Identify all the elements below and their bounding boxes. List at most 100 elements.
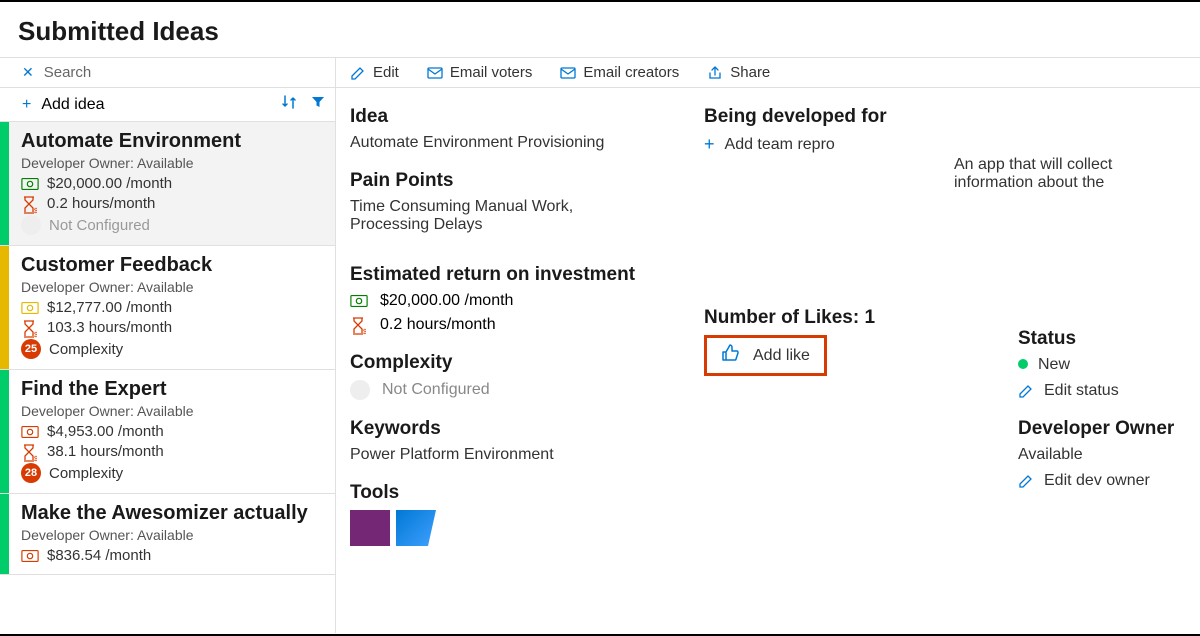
sidebar: ✕ Search + Add idea Automate Environment… bbox=[0, 58, 336, 633]
complexity-badge bbox=[21, 215, 41, 235]
complexity-value: Not Configured bbox=[382, 381, 490, 399]
pencil-icon bbox=[350, 65, 366, 81]
keywords-value: Power Platform Environment bbox=[350, 446, 700, 464]
edit-button[interactable]: Edit bbox=[350, 64, 399, 81]
status-color-bar bbox=[0, 494, 9, 574]
svg-text:$: $ bbox=[34, 208, 37, 214]
item-title: Find the Expert bbox=[21, 378, 323, 401]
money-icon bbox=[350, 294, 368, 308]
item-owner: Developer Owner: Available bbox=[21, 527, 323, 543]
status-heading: Status bbox=[1018, 328, 1186, 350]
status-color-bar bbox=[0, 122, 9, 245]
svg-text:$: $ bbox=[34, 456, 37, 462]
money-icon bbox=[21, 301, 39, 315]
add-team-repro-button[interactable]: + Add team repro bbox=[704, 134, 984, 155]
add-idea-label[interactable]: Add idea bbox=[41, 96, 267, 114]
idea-heading: Idea bbox=[350, 106, 700, 128]
mail-icon bbox=[427, 66, 443, 80]
complexity-badge bbox=[350, 380, 370, 400]
idea-list-item[interactable]: Make the Awesomizer actually Developer O… bbox=[0, 494, 335, 575]
item-money-row: $4,953.00 /month bbox=[21, 423, 323, 440]
col-left: Idea Automate Environment Provisioning P… bbox=[350, 106, 700, 564]
toolbar: Edit Email voters Email creators Share bbox=[336, 58, 1200, 88]
idea-list-item[interactable]: Find the Expert Developer Owner: Availab… bbox=[0, 370, 335, 494]
share-button[interactable]: Share bbox=[707, 64, 770, 81]
sort-icon[interactable] bbox=[281, 94, 297, 115]
item-complexity-row: 28 Complexity bbox=[21, 463, 323, 483]
idea-list-item[interactable]: Automate Environment Developer Owner: Av… bbox=[0, 122, 335, 246]
search-row[interactable]: ✕ Search bbox=[0, 58, 335, 88]
money-icon bbox=[21, 177, 39, 191]
item-owner: Developer Owner: Available bbox=[21, 155, 323, 171]
item-owner: Developer Owner: Available bbox=[21, 403, 323, 419]
item-title: Customer Feedback bbox=[21, 254, 323, 277]
status-color-bar bbox=[0, 246, 9, 369]
complexity-badge: 28 bbox=[21, 463, 41, 483]
main-layout: ✕ Search + Add idea Automate Environment… bbox=[0, 57, 1200, 633]
roi-hours-value: 0.2 hours/month bbox=[380, 316, 496, 334]
edit-dev-owner-label: Edit dev owner bbox=[1044, 472, 1150, 490]
filter-icon[interactable] bbox=[311, 95, 325, 114]
mail-icon bbox=[560, 66, 576, 80]
likes-heading: Number of Likes: 1 bbox=[704, 307, 984, 329]
pencil-icon bbox=[1018, 473, 1034, 489]
edit-label: Edit bbox=[373, 64, 399, 81]
dev-owner-heading: Developer Owner bbox=[1018, 418, 1186, 440]
detail-panel: An app that will collect information abo… bbox=[336, 88, 1200, 633]
item-complexity-row: Not Configured bbox=[21, 215, 323, 235]
tools-heading: Tools bbox=[350, 482, 700, 504]
plus-icon[interactable]: + bbox=[22, 96, 31, 114]
tool-icon-purple[interactable] bbox=[350, 510, 390, 546]
add-team-repro-label: Add team repro bbox=[725, 136, 835, 154]
developed-for-heading: Being developed for bbox=[704, 106, 984, 128]
idea-list: Automate Environment Developer Owner: Av… bbox=[0, 122, 335, 633]
tool-icons bbox=[350, 510, 700, 546]
item-money-row: $12,777.00 /month bbox=[21, 299, 323, 316]
item-title: Automate Environment bbox=[21, 130, 323, 153]
money-icon bbox=[21, 549, 39, 563]
share-label: Share bbox=[730, 64, 770, 81]
hourglass-icon: $ bbox=[21, 444, 39, 460]
email-creators-label: Email creators bbox=[583, 64, 679, 81]
plus-icon: + bbox=[704, 134, 715, 155]
content-area: Edit Email voters Email creators Share A… bbox=[336, 58, 1200, 633]
svg-text:$: $ bbox=[363, 329, 366, 335]
item-hours-row: $ 103.3 hours/month bbox=[21, 319, 323, 336]
item-money-row: $20,000.00 /month bbox=[21, 175, 323, 192]
add-idea-row: + Add idea bbox=[0, 88, 335, 122]
add-like-label: Add like bbox=[753, 347, 810, 365]
page-title: Submitted Ideas bbox=[18, 16, 1182, 47]
email-voters-label: Email voters bbox=[450, 64, 533, 81]
status-value: New bbox=[1018, 356, 1186, 374]
pain-value: Time Consuming Manual Work, Processing D… bbox=[350, 198, 610, 234]
edit-status-button[interactable]: Edit status bbox=[1018, 382, 1186, 400]
item-owner: Developer Owner: Available bbox=[21, 279, 323, 295]
complexity-heading: Complexity bbox=[350, 352, 700, 374]
item-money-row: $836.54 /month bbox=[21, 547, 323, 564]
tool-icon-blue[interactable] bbox=[396, 510, 436, 546]
complexity-badge: 25 bbox=[21, 339, 41, 359]
item-complexity-row: 25 Complexity bbox=[21, 339, 323, 359]
roi-money-value: $20,000.00 /month bbox=[380, 292, 513, 310]
idea-list-item[interactable]: Customer Feedback Developer Owner: Avail… bbox=[0, 246, 335, 370]
status-color-bar bbox=[0, 370, 9, 493]
pencil-icon bbox=[1018, 383, 1034, 399]
thumbs-up-icon bbox=[721, 344, 741, 367]
col-mid: Being developed for + Add team repro Num… bbox=[704, 106, 984, 564]
svg-text:$: $ bbox=[34, 332, 37, 338]
status-dot-icon bbox=[1018, 359, 1028, 369]
edit-dev-owner-button[interactable]: Edit dev owner bbox=[1018, 472, 1186, 490]
email-creators-button[interactable]: Email creators bbox=[560, 64, 679, 81]
money-icon bbox=[21, 425, 39, 439]
close-icon[interactable]: ✕ bbox=[22, 64, 34, 81]
search-input[interactable]: Search bbox=[44, 64, 325, 81]
email-voters-button[interactable]: Email voters bbox=[427, 64, 533, 81]
item-hours-row: $ 0.2 hours/month bbox=[21, 195, 323, 212]
edit-status-label: Edit status bbox=[1044, 382, 1119, 400]
hourglass-icon: $ bbox=[21, 196, 39, 212]
description-text: An app that will collect information abo… bbox=[954, 156, 1164, 192]
roi-heading: Estimated return on investment bbox=[350, 264, 700, 286]
item-title: Make the Awesomizer actually bbox=[21, 502, 323, 525]
page-header: Submitted Ideas bbox=[0, 2, 1200, 57]
add-like-button[interactable]: Add like bbox=[704, 335, 827, 376]
